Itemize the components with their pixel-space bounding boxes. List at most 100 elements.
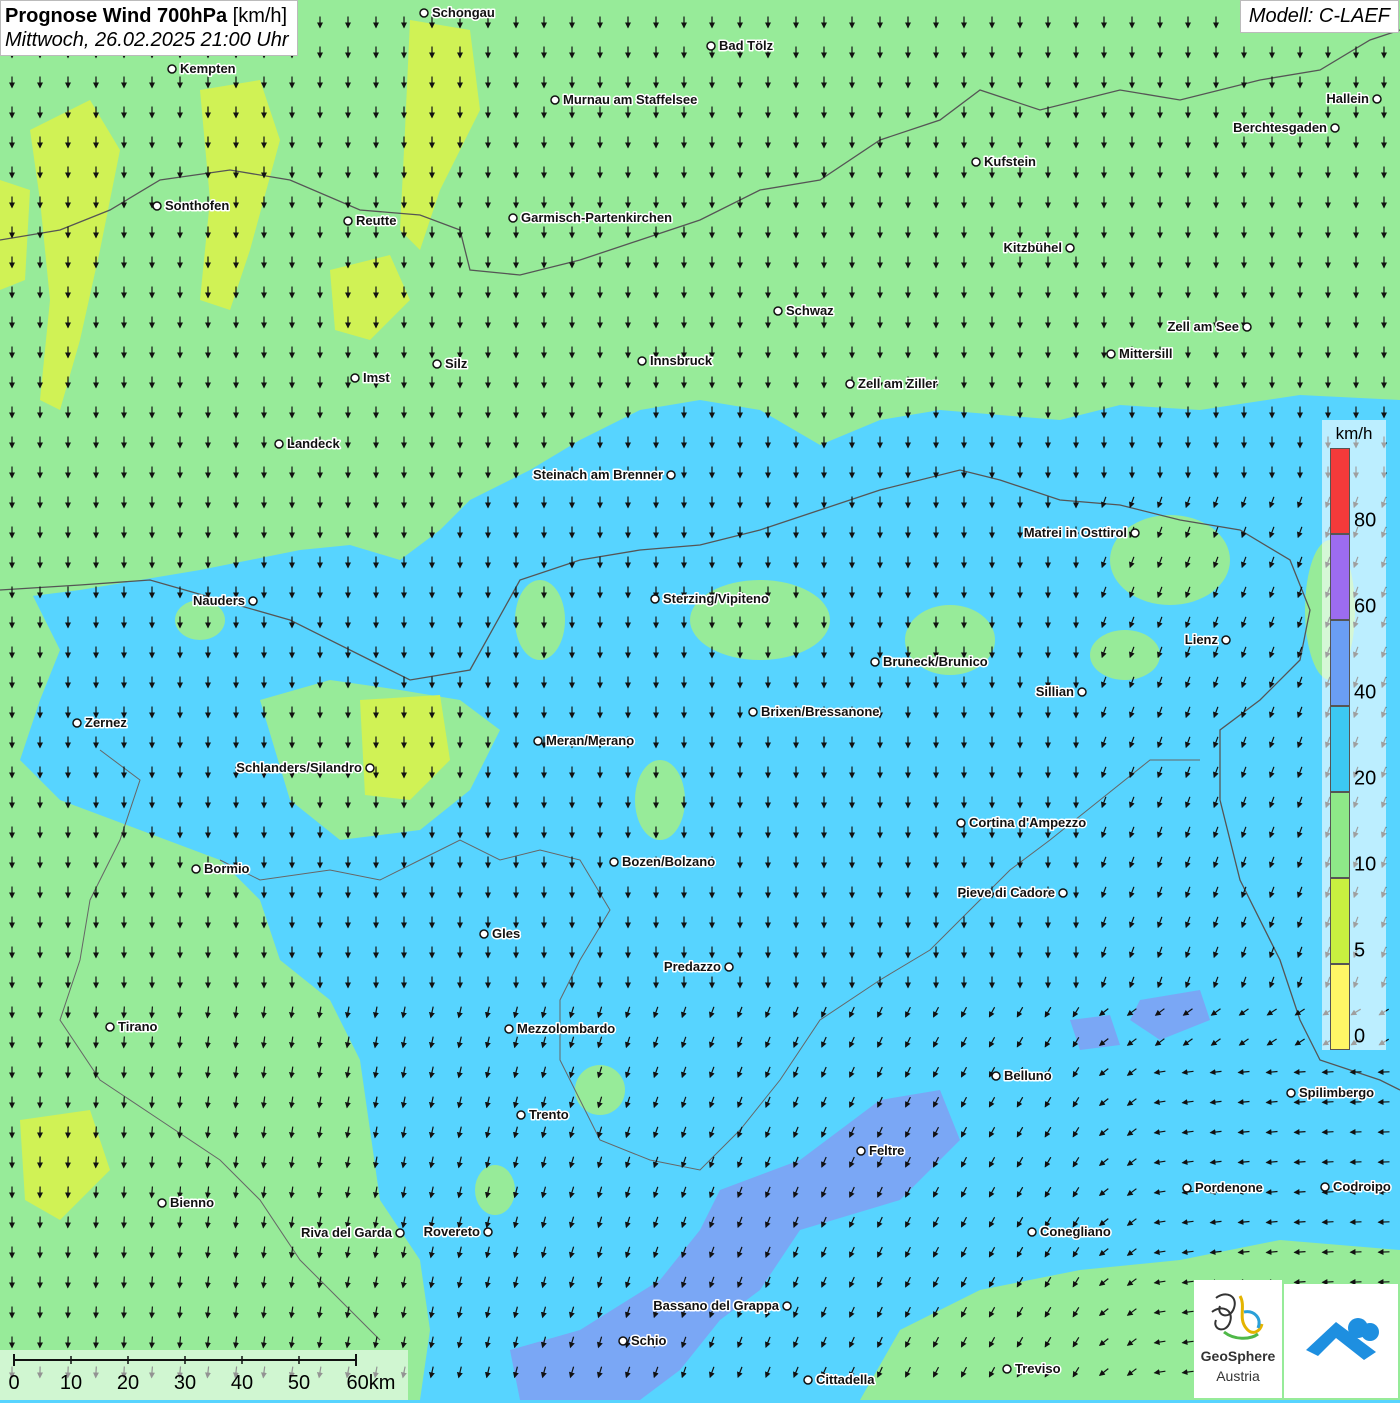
color-legend: km/h 80 60 40 20 10 5 0 <box>1322 420 1386 1050</box>
legend-swatch <box>1330 534 1350 620</box>
city-dot <box>1078 688 1086 696</box>
city-label: Meran/Merano <box>546 733 634 748</box>
geosphere-logo-sub: Austria <box>1194 1368 1282 1384</box>
city-label: Pieve di Cadore <box>957 885 1055 900</box>
wind-arrow <box>124 1337 125 1348</box>
city-dot <box>433 360 441 368</box>
city-marker[interactable]: Riva del Garda <box>301 1225 404 1240</box>
city-marker[interactable]: Innsbruck <box>638 353 713 368</box>
wind-arrow <box>124 1037 125 1048</box>
city-dot <box>396 1229 404 1237</box>
city-marker[interactable]: Pieve di Cadore <box>957 885 1067 900</box>
city-marker[interactable]: Garmisch-Partenkirchen <box>509 210 672 225</box>
city-dot <box>972 158 980 166</box>
wind-arrow <box>152 1217 153 1228</box>
legend-label: 20 <box>1354 768 1376 791</box>
city-dot <box>366 764 374 772</box>
city-dot <box>517 1111 525 1119</box>
city-label: Kitzbühel <box>1004 240 1063 255</box>
city-label: Brixen/Bressanone <box>761 704 880 719</box>
city-label: Codroipo <box>1333 1179 1391 1194</box>
city-marker[interactable]: Spilimbergo <box>1287 1085 1374 1100</box>
city-dot <box>1066 244 1074 252</box>
wind-arrow <box>1323 1072 1334 1073</box>
city-marker[interactable]: Bassano del Grappa <box>653 1298 791 1313</box>
wind-arrow <box>1323 1192 1334 1193</box>
city-marker[interactable]: Murnau am Staffelsee <box>551 92 697 107</box>
city-label: Garmisch-Partenkirchen <box>521 210 672 225</box>
city-marker[interactable]: Mezzolombardo <box>505 1021 615 1036</box>
wind-arrow <box>96 1217 97 1228</box>
city-label: Rovereto <box>424 1224 480 1239</box>
city-label: Bozen/Bolzano <box>622 854 715 869</box>
city-label: Reutte <box>356 213 396 228</box>
city-dot <box>480 930 488 938</box>
wind-arrow <box>124 1007 125 1018</box>
city-dot <box>783 1302 791 1310</box>
wind-arrow <box>152 1277 153 1288</box>
city-marker[interactable]: Steinach am Brenner <box>533 467 675 482</box>
city-label: Zell am See <box>1167 319 1239 334</box>
legend-label: 40 <box>1354 682 1376 705</box>
city-marker[interactable]: Bruneck/Brunico <box>871 654 988 669</box>
city-marker[interactable]: Zell am Ziller <box>846 376 937 391</box>
city-dot <box>1321 1183 1329 1191</box>
wind-arrow <box>152 1247 153 1258</box>
city-marker[interactable]: Cortina d'Ampezzo <box>957 815 1086 830</box>
city-label: Schongau <box>432 5 495 20</box>
city-label: Murnau am Staffelsee <box>563 92 697 107</box>
legend-swatch <box>1330 878 1350 964</box>
legend-label: 10 <box>1354 854 1376 877</box>
city-marker[interactable]: Bozen/Bolzano <box>610 854 715 869</box>
wind-arrow <box>1295 1222 1306 1223</box>
city-dot <box>420 9 428 17</box>
wind-arrow <box>1295 1162 1306 1163</box>
city-marker[interactable]: Zell am See <box>1167 319 1251 334</box>
scale-label: 40 <box>231 1372 253 1395</box>
city-marker[interactable]: Sterzing/Vipiteno <box>651 591 769 606</box>
city-label: Imst <box>363 370 390 385</box>
scale-label: 20 <box>117 1372 139 1395</box>
wind-arrow <box>124 1097 125 1108</box>
city-label: Kufstein <box>984 154 1036 169</box>
weather-app-logo[interactable] <box>1284 1284 1398 1398</box>
wind-arrow <box>152 1337 153 1348</box>
city-label: Spilimbergo <box>1299 1085 1374 1100</box>
city-dot <box>749 708 757 716</box>
city-marker[interactable]: Berchtesgaden <box>1233 120 1339 135</box>
city-marker[interactable]: Brixen/Bressanone <box>749 704 880 719</box>
city-marker[interactable]: Sonthofen <box>153 198 229 213</box>
map-title-box: Prognose Wind 700hPa [km/h] Mittwoch, 26… <box>0 0 298 56</box>
city-dot <box>804 1376 812 1384</box>
city-label: Berchtesgaden <box>1233 120 1327 135</box>
city-label: Bienno <box>170 1195 214 1210</box>
wind-arrow <box>96 1337 97 1348</box>
city-dot <box>638 357 646 365</box>
forecast-datetime: Mittwoch, 26.02.2025 21:00 Uhr <box>5 28 289 52</box>
wind-map[interactable]: SchongauBad TölzKemptenMurnau am Staffel… <box>0 0 1400 1400</box>
map-title-main: Prognose Wind 700hPa <box>5 5 227 27</box>
geosphere-logo[interactable]: GeoSphere Austria <box>1194 1280 1282 1398</box>
city-label: Cortina d'Ampezzo <box>969 815 1086 830</box>
city-dot <box>158 1199 166 1207</box>
wind-arrow <box>124 1217 125 1228</box>
city-label: Conegliano <box>1040 1224 1111 1239</box>
city-label: Mezzolombardo <box>517 1021 615 1036</box>
wind-arrow <box>124 1127 125 1138</box>
city-marker[interactable]: Pordenone <box>1183 1180 1263 1195</box>
city-marker[interactable]: Meran/Merano <box>534 733 634 748</box>
city-marker[interactable]: Schlanders/Silandro <box>236 760 374 775</box>
city-label: Silz <box>445 356 468 371</box>
scale-label: 60km <box>347 1372 396 1395</box>
wind-arrow <box>152 1037 153 1048</box>
wind-arrow <box>152 1067 153 1078</box>
cloud-arrow-icon <box>1284 1284 1398 1398</box>
wind-arrow <box>1295 1072 1306 1073</box>
city-marker[interactable]: Matrei in Osttirol <box>1024 525 1139 540</box>
wind-arrow <box>96 1307 97 1318</box>
city-marker[interactable]: Conegliano <box>1028 1224 1111 1239</box>
scale-label: 30 <box>174 1372 196 1395</box>
city-label: Gles <box>492 926 520 941</box>
city-marker[interactable]: Schongau <box>420 5 495 20</box>
city-label: Zernez <box>85 715 127 730</box>
